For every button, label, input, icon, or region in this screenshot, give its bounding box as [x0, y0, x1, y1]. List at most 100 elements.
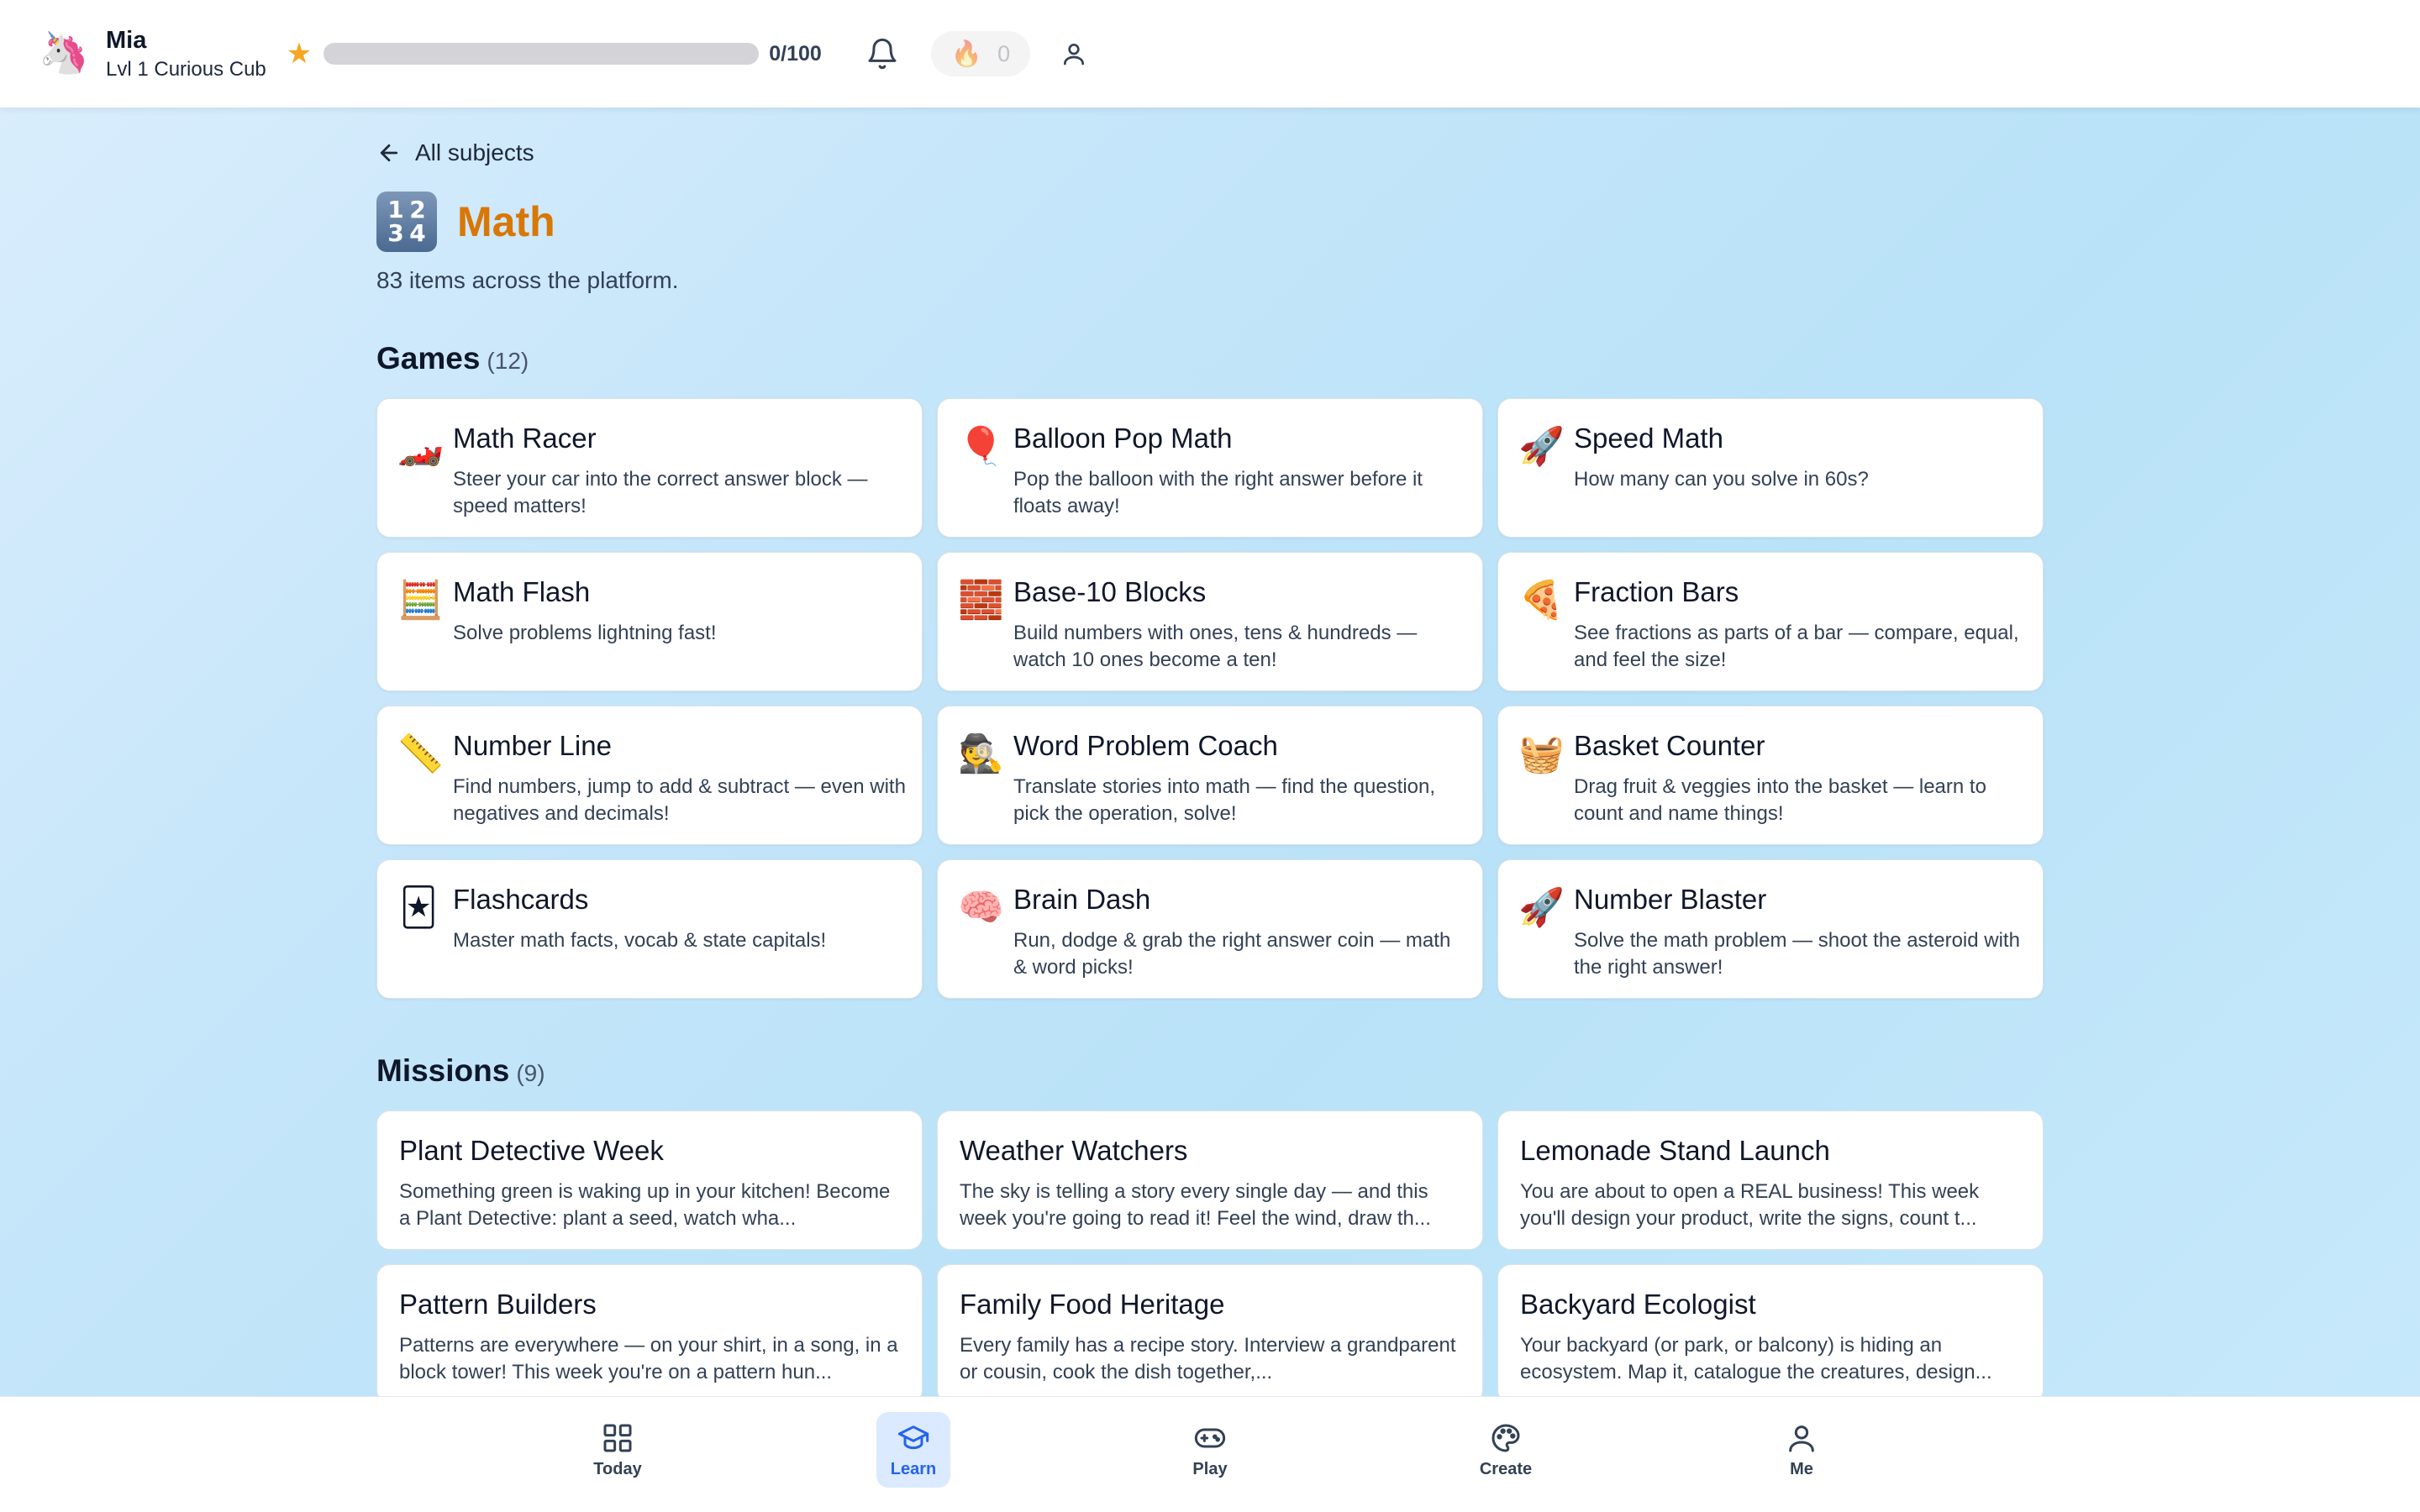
icon-digit: 2 [409, 196, 426, 223]
game-title: Brain Dash [1013, 884, 1151, 915]
missions-title: Missions [376, 1053, 510, 1088]
game-card-number-line[interactable]: 📏 Number Line Find numbers, jump to add & … [376, 706, 923, 845]
profile-button[interactable] [1055, 35, 1092, 72]
game-card-speed-math[interactable]: 🚀 Speed Math How many can you solve in 60s… [1497, 398, 2044, 538]
game-description: Run, dodge & grab the right answer coin … [1013, 929, 1451, 979]
nav-today[interactable]: Today [581, 1412, 655, 1488]
game-icon: 🚀 [1518, 426, 1565, 467]
icon-digit: 4 [409, 219, 426, 247]
game-title: Math Racer [453, 423, 597, 454]
mission-card-plant-detective-week[interactable]: Plant Detective Week Something green is w… [376, 1110, 923, 1250]
star-icon: ★ [286, 38, 313, 70]
game-title: Word Problem Coach [1013, 730, 1278, 761]
mission-card-lemonade-stand-launch[interactable]: Lemonade Stand Launch You are about to op… [1497, 1110, 2044, 1250]
games-grid: 🏎️ Math Racer Steer your car into the corr… [376, 398, 2044, 999]
game-card-math-flash[interactable]: 🧮 Math Flash Solve problems lightning fast… [376, 552, 923, 691]
game-card-basket-counter[interactable]: 🧺 Basket Counter Drag fruit & veggies into… [1497, 706, 2044, 845]
mission-card-weather-watchers[interactable]: Weather Watchers The sky is telling a sto… [937, 1110, 1483, 1250]
bottom-navigation: Today Learn Play Create Me [0, 1396, 2420, 1512]
game-icon: 🎈 [958, 426, 1004, 467]
nav-label: Today [593, 1459, 642, 1478]
game-card-fraction-bars[interactable]: 🍕 Fraction Bars See fractions as parts of … [1497, 552, 2044, 691]
nav-label: Learn [890, 1459, 937, 1478]
game-title: Flashcards [453, 884, 589, 915]
xp-progress-bar [324, 43, 760, 65]
games-title: Games [376, 341, 481, 375]
mission-card-pattern-builders[interactable]: Pattern Builders Patterns are everywhere … [376, 1264, 923, 1404]
game-card-math-racer[interactable]: 🏎️ Math Racer Steer your car into the corr… [376, 398, 923, 538]
user-info: Mia Lvl 1 Curious Cub [106, 25, 266, 82]
game-description: Find numbers, jump to add & subtract — e… [453, 775, 906, 825]
game-icon: 🚀 [1518, 887, 1565, 928]
nav-create[interactable]: Create [1469, 1412, 1543, 1488]
game-title: Number Blaster [1574, 884, 1767, 915]
arrow-left-icon [380, 144, 398, 162]
nav-label: Play [1192, 1459, 1228, 1478]
game-icon: 🧱 [958, 580, 1004, 621]
game-description: See fractions as parts of a bar — compar… [1574, 622, 2019, 671]
flame-icon: 🔥 [950, 39, 983, 68]
nav-me[interactable]: Me [1765, 1412, 1839, 1488]
subject-header: 1 2 3 4 Math [376, 192, 555, 252]
game-icon: 🏎️ [397, 426, 444, 467]
user-level: Lvl 1 Curious Cub [106, 58, 266, 81]
game-icon: 🕵️ [958, 733, 1004, 774]
unicorn-avatar-icon[interactable]: 🦄 [39, 31, 89, 76]
game-title: Balloon Pop Math [1013, 423, 1233, 454]
graduation-cap-icon [897, 1425, 929, 1449]
nav-play[interactable]: Play [1173, 1412, 1247, 1488]
game-title: Fraction Bars [1574, 576, 1739, 607]
mission-title: Family Food Heritage [960, 1289, 1225, 1320]
mission-title: Backyard Ecologist [1520, 1289, 1756, 1320]
game-title: Math Flash [453, 576, 591, 607]
game-description: How many can you solve in 60s? [1574, 468, 1869, 491]
game-description: Build numbers with ones, tens & hundreds… [1013, 622, 1418, 671]
mission-description: You are about to open a REAL business! T… [1520, 1180, 1980, 1230]
user-icon [1064, 44, 1085, 66]
nav-learn[interactable]: Learn [876, 1412, 950, 1488]
notifications-button[interactable] [864, 35, 901, 72]
mission-description: Something green is waking up in your kit… [399, 1180, 891, 1230]
game-card-balloon-pop-math[interactable]: 🎈 Balloon Pop Math Pop the balloon with th… [937, 398, 1483, 538]
game-card-brain-dash[interactable]: 🧠 Brain Dash Run, dodge & grab the right a… [937, 859, 1483, 999]
game-icon: 🍕 [1518, 580, 1565, 621]
game-title: Base-10 Blocks [1013, 576, 1207, 607]
back-to-subjects-link[interactable]: All subjects [376, 139, 534, 166]
back-link-label: All subjects [415, 139, 534, 165]
game-card-number-blaster[interactable]: 🚀 Number Blaster Solve the math problem — … [1497, 859, 2044, 999]
palette-icon [1491, 1424, 1520, 1452]
game-description: Solve the math problem — shoot the aster… [1574, 929, 2020, 979]
mission-title: Plant Detective Week [399, 1135, 664, 1166]
missions-count: (9) [516, 1060, 545, 1086]
grid-icon [603, 1424, 632, 1452]
game-description: Solve problems lightning fast! [453, 622, 717, 644]
xp-progress-text: 0/100 [769, 41, 822, 66]
game-description: Translate stories into math — find the q… [1013, 775, 1436, 825]
game-description: Master math facts, vocab & state capital… [453, 929, 827, 952]
mission-description: Every family has a recipe story. Intervi… [960, 1334, 1456, 1383]
game-description: Steer your car into the correct answer b… [453, 468, 868, 517]
streak-badge[interactable]: 🔥 0 [930, 31, 1031, 76]
mission-card-backyard-ecologist[interactable]: Backyard Ecologist Your backyard (or park… [1497, 1264, 2044, 1404]
mission-description: Patterns are everywhere — on your shirt,… [399, 1334, 898, 1383]
games-section-title: Games (12) [376, 341, 529, 376]
icon-digit: 1 [387, 196, 404, 223]
mission-title: Pattern Builders [399, 1289, 597, 1320]
missions-grid: Plant Detective Week Something green is w… [376, 1110, 2044, 1404]
user-icon [1789, 1425, 1814, 1452]
game-icon: 🃏 [399, 887, 438, 928]
mission-card-family-food-heritage[interactable]: Family Food Heritage Every family has a r… [937, 1264, 1483, 1404]
mission-title: Lemonade Stand Launch [1520, 1135, 1830, 1166]
game-card-word-problem-coach[interactable]: 🕵️ Word Problem Coach Translate stories in… [937, 706, 1483, 845]
nav-label: Me [1790, 1459, 1813, 1478]
game-title: Number Line [453, 730, 612, 761]
game-card-base-10-blocks[interactable]: 🧱 Base-10 Blocks Build numbers with ones, … [937, 552, 1483, 691]
page-title: Math [457, 198, 555, 245]
game-card-flashcards[interactable]: 🃏 Flashcards Master math facts, vocab & st… [376, 859, 923, 999]
game-title: Basket Counter [1574, 730, 1765, 761]
nav-label: Create [1479, 1459, 1533, 1478]
game-icon: 🧠 [958, 887, 1004, 928]
game-icon: 🧮 [397, 580, 444, 621]
bell-icon [868, 38, 897, 70]
numbers-icon: 1 2 3 4 [376, 192, 437, 252]
